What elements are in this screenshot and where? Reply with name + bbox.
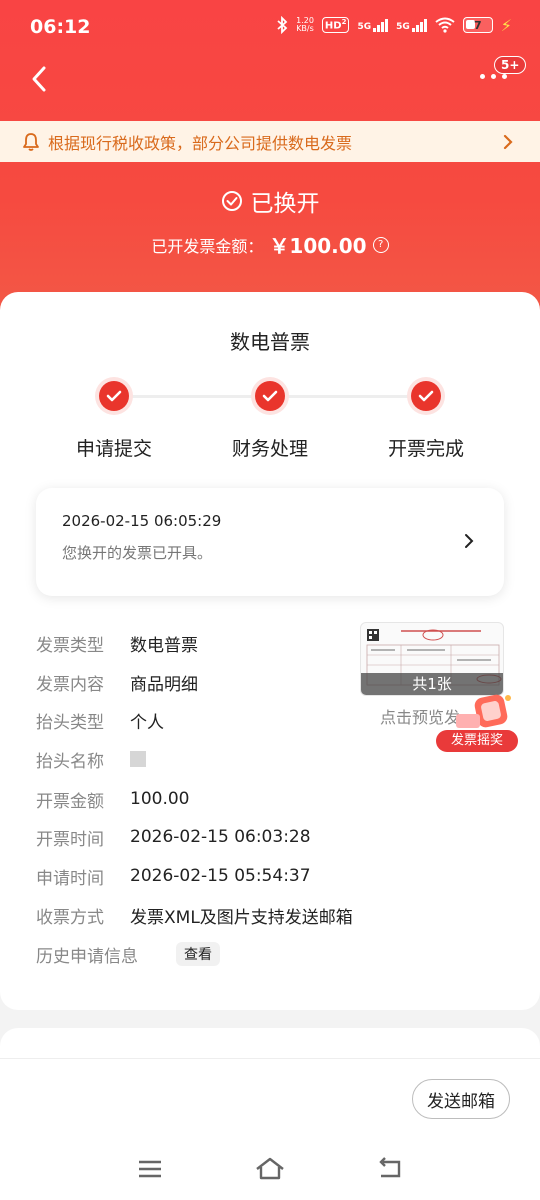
chevron-right-icon [465,534,474,548]
step-check-icon [255,381,285,411]
progress-detail-card[interactable]: 2026-02-15 06:05:29 您换开的发票已开具。 [36,488,504,596]
step-check-icon [99,381,129,411]
detail-value: 发票XML及图片支持发送邮箱 [130,907,353,928]
detail-value: 个人 [130,712,164,733]
detail-value: 2026-02-15 06:03:28 [130,827,311,847]
send-email-button[interactable]: 发送邮箱 [412,1079,510,1119]
hd-icon: HD2 [321,17,350,33]
detail-value: 数电普票 [130,635,198,656]
invoice-status: 已换开 [0,184,540,218]
step-label: 开票完成 [387,438,464,460]
status-text: 已换开 [250,191,320,217]
more-icon [480,74,507,79]
detail-row: 申请时间 2026-02-15 05:54:37 [36,863,311,889]
detail-row: 开票金额 100.00 [36,786,189,812]
battery-icon: 7 [462,17,493,33]
detail-row: 发票内容 商品明细 [36,669,198,695]
invoice-thumbnail[interactable]: 共1张 [360,622,504,696]
system-navigation-bar [0,1140,540,1200]
detail-label: 发票类型 [36,635,104,656]
status-icons: 1.20 KB/s HD2 5G 5G 7 ⚡ [276,14,512,36]
detail-row: 抬头类型 个人 [36,707,164,733]
menu-icon [139,1160,161,1178]
wifi-icon [435,14,455,36]
back-nav-button[interactable] [373,1154,407,1184]
check-circle-icon [221,191,242,211]
status-bar: 06:12 1.20 KB/s HD2 5G 5G 7 ⚡ [0,0,540,54]
step-label: 财务处理 [231,438,308,460]
detail-value: 2026-02-15 05:54:37 [130,866,311,886]
chevron-right-icon [503,134,513,150]
step-label: 申请提交 [75,438,152,460]
detail-label: 开票金额 [36,791,104,812]
invoice-card: 数电普票 申请提交 财务处理 开票完成 2026-02-15 06:05:29 … [0,292,540,1010]
detail-row: 开票时间 2026-02-15 06:03:28 [36,824,311,850]
detail-label: 发票内容 [36,674,104,695]
detail-value: 商品明细 [130,674,198,695]
detail-label: 抬头名称 [36,751,104,772]
home-icon [256,1157,284,1180]
help-icon[interactable]: ? [372,236,389,253]
amount-value: ￥100.00 [269,234,367,258]
status-time: 06:12 [30,16,91,38]
detail-label: 抬头类型 [36,712,104,733]
invoice-lottery-button[interactable]: 发票摇奖 [436,692,520,752]
detail-label: 开票时间 [36,829,104,850]
tax-policy-notice[interactable]: 根据现行税收政策，部分公司提供数电发票 [0,121,540,162]
notice-text: 根据现行税收政策，部分公司提供数电发票 [48,133,353,153]
net-speed: 1.20 KB/s [296,16,314,33]
detail-row: 抬头名称 [36,746,146,772]
charging-icon: ⚡ [500,15,512,35]
message-badge: 5+ [494,56,527,74]
progress-time: 2026-02-15 06:05:29 [62,512,222,530]
detail-label: 收票方式 [36,907,104,928]
bluetooth-icon [276,14,288,36]
view-history-button[interactable]: 查看 [176,942,220,966]
detail-value: 100.00 [130,789,190,809]
return-icon [379,1157,401,1178]
back-button[interactable] [24,62,58,96]
lottery-label: 发票摇奖 [436,730,518,752]
detail-label: 申请时间 [36,868,104,889]
amount-label: 已开发票金额： [151,236,264,256]
bottom-action-bar: 发送邮箱 [0,1058,540,1140]
redacted-name [130,751,146,767]
home-button[interactable] [253,1154,287,1184]
invoice-type-title: 数电普票 [230,330,310,354]
step-check-icon [411,381,441,411]
issued-amount: 已开发票金额： ￥100.00 ? [0,230,540,259]
detail-label: 历史申请信息 [36,946,138,967]
bell-icon [23,132,39,151]
menu-button[interactable] [133,1154,167,1184]
progress-message: 您换开的发票已开具。 [62,544,213,562]
detail-row: 历史申请信息 查看 [36,941,220,967]
detail-row: 发票类型 数电普票 [36,630,198,656]
signal-icon-2: 5G [396,18,427,32]
detail-row: 收票方式 发票XML及图片支持发送邮箱 [36,902,353,928]
signal-icon-1: 5G [357,18,389,32]
back-arrow-icon [32,66,46,92]
